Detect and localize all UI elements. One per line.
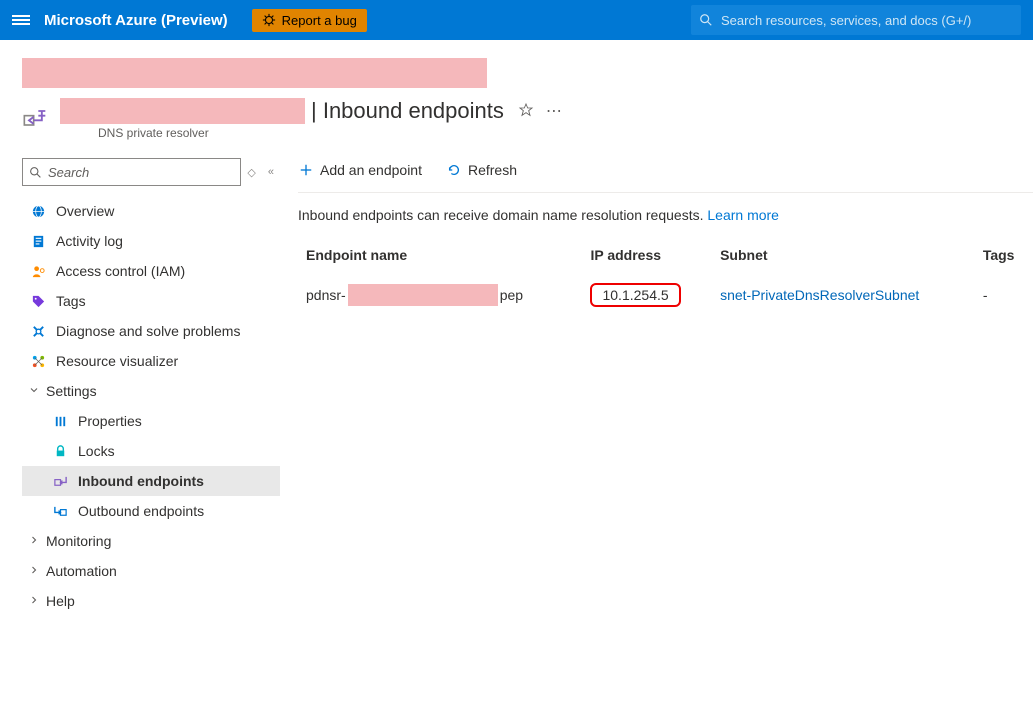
lock-icon [50,444,70,459]
add-endpoint-label: Add an endpoint [320,162,422,178]
activity-log-icon [28,234,48,249]
chevron-down-icon [28,383,40,399]
search-icon [699,13,713,27]
favorite-button[interactable] [518,102,534,121]
hamburger-menu-button[interactable] [12,13,30,27]
endpoint-name-suffix: pep [500,287,523,303]
expand-toggle[interactable]: ◇ [247,166,255,179]
ip-address-value: 10.1.254.5 [590,283,680,307]
sidebar-group-label: Automation [46,563,117,579]
description-text: Inbound endpoints can receive domain nam… [298,207,707,223]
resource-icon [22,104,50,135]
report-bug-button[interactable]: Report a bug [252,9,367,32]
sidebar-item-label: Outbound endpoints [78,503,204,519]
plus-icon [298,162,314,178]
page-title: | Inbound endpoints [311,98,504,124]
bug-icon [262,13,276,27]
sidebar-item-inbound-endpoints[interactable]: Inbound endpoints [22,466,280,496]
sidebar: ◇ « Overview Activity log Access control… [22,158,280,616]
refresh-label: Refresh [468,162,517,178]
more-button[interactable]: ⋯ [546,101,562,121]
sidebar-item-label: Tags [56,293,86,309]
sidebar-item-label: Activity log [56,233,123,249]
sidebar-item-properties[interactable]: Properties [22,406,280,436]
sidebar-group-label: Settings [46,383,97,399]
brand-label[interactable]: Microsoft Azure (Preview) [44,12,228,29]
sidebar-item-diagnose[interactable]: Diagnose and solve problems [22,316,280,346]
sidebar-group-automation[interactable]: Automation [22,556,280,586]
sidebar-item-label: Diagnose and solve problems [56,323,240,339]
collapse-button[interactable]: « [268,166,274,178]
report-bug-label: Report a bug [282,13,357,28]
inbound-icon [50,474,70,489]
table-row[interactable]: pdnsr- pep 10.1.254.5 snet-PrivateDnsRes… [298,273,1033,317]
col-ip-address[interactable]: IP address [582,237,712,273]
sidebar-group-label: Monitoring [46,533,111,549]
description: Inbound endpoints can receive domain nam… [298,193,1033,237]
sidebar-item-label: Access control (IAM) [56,263,185,279]
sidebar-item-activity-log[interactable]: Activity log [22,226,280,256]
refresh-button[interactable]: Refresh [446,162,517,178]
subnet-link[interactable]: snet-PrivateDnsResolverSubnet [720,287,919,303]
breadcrumb-redacted [22,58,487,88]
endpoint-name-redacted [348,284,498,306]
iam-icon [28,264,48,279]
sidebar-item-tags[interactable]: Tags [22,286,280,316]
sidebar-item-label: Overview [56,203,114,219]
properties-icon [50,414,70,429]
visualizer-icon [28,354,48,369]
chevron-right-icon [28,593,40,609]
col-endpoint-name[interactable]: Endpoint name [298,237,582,273]
learn-more-link[interactable]: Learn more [707,207,779,223]
sidebar-item-label: Properties [78,413,142,429]
sidebar-search[interactable] [22,158,241,186]
sidebar-item-iam[interactable]: Access control (IAM) [22,256,280,286]
tags-value: - [983,287,988,303]
topbar: Microsoft Azure (Preview) Report a bug [0,0,1033,40]
refresh-icon [446,162,462,178]
resource-name-redacted [60,98,305,124]
search-icon [29,166,42,179]
sidebar-group-help[interactable]: Help [22,586,280,616]
sidebar-group-settings[interactable]: Settings [22,376,280,406]
sidebar-item-label: Locks [78,443,115,459]
add-endpoint-button[interactable]: Add an endpoint [298,162,422,178]
tag-icon [28,294,48,309]
sidebar-item-locks[interactable]: Locks [22,436,280,466]
col-tags[interactable]: Tags [975,237,1033,273]
global-search[interactable] [691,5,1021,35]
resource-type-subtitle: DNS private resolver [98,126,562,140]
sidebar-item-label: Resource visualizer [56,353,178,369]
diagnose-icon [28,324,48,339]
sidebar-search-input[interactable] [46,164,234,181]
main-pane: Add an endpoint Refresh Inbound endpoint… [298,158,1033,317]
col-subnet[interactable]: Subnet [712,237,975,273]
sidebar-group-monitoring[interactable]: Monitoring [22,526,280,556]
sidebar-item-label: Inbound endpoints [78,473,204,489]
sidebar-group-label: Help [46,593,75,609]
command-bar: Add an endpoint Refresh [298,158,1033,193]
global-search-input[interactable] [719,12,1013,29]
outbound-icon [50,504,70,519]
sidebar-item-overview[interactable]: Overview [22,196,280,226]
page-header: | Inbound endpoints ⋯ DNS private resolv… [22,98,1033,140]
sidebar-item-visualizer[interactable]: Resource visualizer [22,346,280,376]
globe-icon [28,204,48,219]
sidebar-item-outbound-endpoints[interactable]: Outbound endpoints [22,496,280,526]
chevron-right-icon [28,533,40,549]
endpoints-table: Endpoint name IP address Subnet Tags pdn… [298,237,1033,317]
chevron-right-icon [28,563,40,579]
endpoint-name-prefix: pdnsr- [306,287,346,303]
